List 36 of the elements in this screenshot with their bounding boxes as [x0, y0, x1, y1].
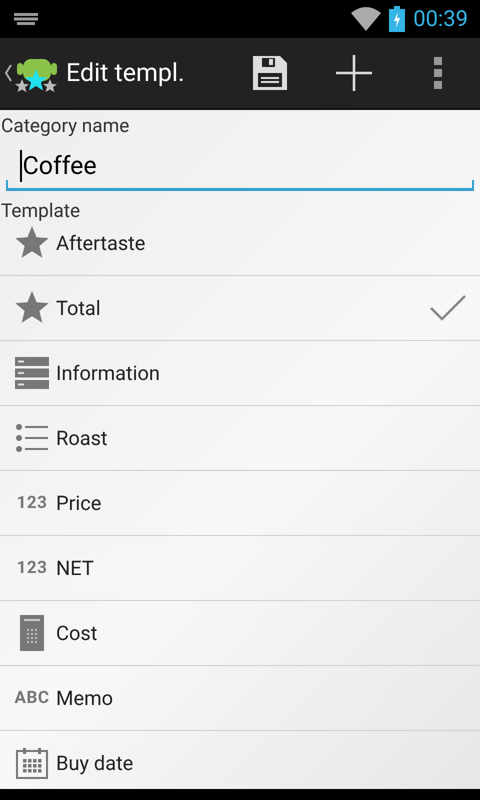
section-label: Template: [0, 199, 80, 223]
wifi-icon: [351, 7, 382, 31]
template-item[interactable]: Information: [0, 341, 480, 406]
screen-title: Edit templ.: [66, 58, 185, 88]
stacked-bars-icon: [15, 357, 49, 389]
number-type-icon: 123: [16, 493, 48, 513]
template-item[interactable]: Aftertaste: [0, 225, 480, 276]
item-label: Total: [56, 296, 102, 320]
item-label: NET: [56, 556, 95, 580]
battery-icon: [389, 6, 406, 32]
number-type-icon: 123: [16, 558, 48, 578]
bullet-list-icon: [16, 423, 48, 453]
item-label: Information: [56, 361, 161, 385]
status-time: 00:39: [413, 6, 468, 32]
plus-icon: [336, 55, 372, 91]
item-label: Price: [56, 491, 102, 515]
calendar-icon: [16, 747, 48, 779]
text-type-icon: ABC: [14, 688, 50, 708]
star-icon: [14, 226, 50, 260]
field-label: Category name: [0, 114, 130, 138]
back-caret-icon[interactable]: [4, 64, 12, 82]
more-icon: [434, 57, 442, 89]
item-label: Roast: [56, 426, 108, 450]
item-label: Cost: [56, 621, 98, 645]
template-item[interactable]: 123 NET: [0, 536, 480, 601]
calculator-icon: [20, 615, 44, 651]
template-item[interactable]: 123 Price: [0, 471, 480, 536]
item-label: Buy date: [56, 751, 134, 775]
keyboard-icon: [14, 13, 38, 25]
template-item[interactable]: ABC Memo: [0, 666, 480, 731]
item-label: Aftertaste: [56, 231, 146, 255]
template-item[interactable]: Cost: [0, 601, 480, 666]
star-icon: [14, 291, 50, 325]
item-label: Memo: [56, 686, 114, 710]
template-item[interactable]: Roast: [0, 406, 480, 471]
template-item[interactable]: Total: [0, 276, 480, 341]
